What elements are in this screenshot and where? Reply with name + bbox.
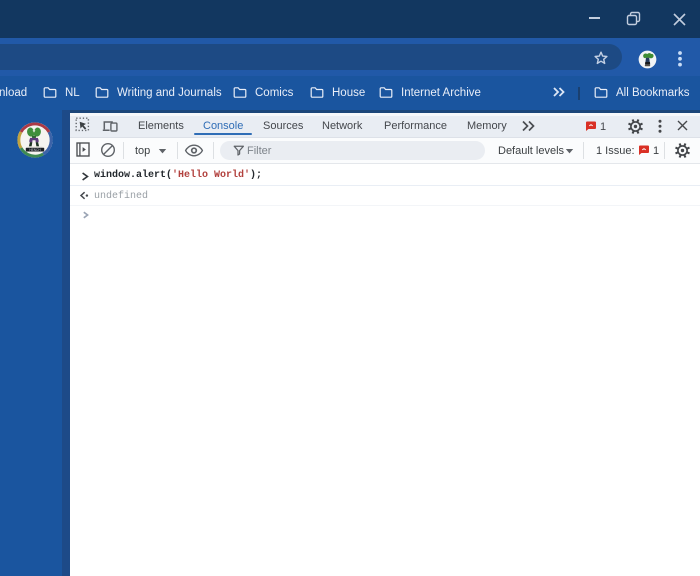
svg-text:HENCH: HENCH (29, 148, 41, 152)
